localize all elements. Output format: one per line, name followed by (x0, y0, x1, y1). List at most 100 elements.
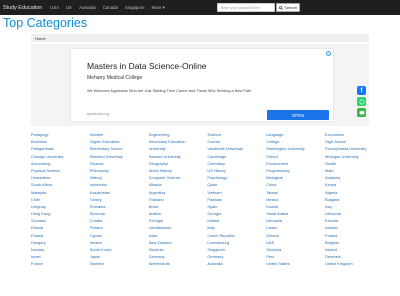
nav-link-australia[interactable]: Australia (79, 5, 96, 10)
category-link[interactable]: Finance (90, 160, 149, 167)
category-link[interactable]: Czech Republic (207, 232, 266, 239)
category-link[interactable]: Japan (90, 253, 149, 260)
category-link[interactable]: Netherlands (149, 260, 208, 267)
breadcrumb-home[interactable]: Home (35, 36, 46, 41)
ad-card[interactable]: i Masters in Data Science-Online Meharry… (71, 49, 333, 121)
category-link[interactable]: Biological (266, 174, 325, 181)
category-link[interactable]: Australia (207, 260, 266, 267)
category-link[interactable]: Estonia (325, 217, 384, 224)
category-link[interactable]: Washington University (266, 145, 325, 152)
ad-info-icon[interactable]: i (326, 51, 331, 56)
category-link[interactable]: Kenya (325, 181, 384, 188)
category-link[interactable]: Economics (325, 131, 384, 138)
category-link[interactable]: Cambridge (207, 153, 266, 160)
sms-share-button[interactable] (357, 108, 366, 117)
category-link[interactable]: Iraq (325, 203, 384, 210)
category-link[interactable]: Taiwan (266, 189, 325, 196)
category-link[interactable]: Slovenia (90, 210, 149, 217)
category-link[interactable]: Qatar (207, 181, 266, 188)
category-link[interactable]: Croatia (90, 217, 149, 224)
category-link[interactable]: Uruguay (31, 203, 90, 210)
category-link[interactable]: Nigeria (325, 189, 384, 196)
category-link[interactable]: University (149, 145, 208, 152)
category-link[interactable]: Albania (149, 181, 208, 188)
category-link[interactable]: US History (207, 167, 266, 174)
whatsapp-share-button[interactable] (357, 97, 366, 106)
category-link[interactable]: Bulgaria (325, 196, 384, 203)
category-link[interactable]: History (90, 174, 149, 181)
category-link[interactable]: College (266, 138, 325, 145)
category-link[interactable]: Ireland (325, 246, 384, 253)
category-link[interactable]: Spain (207, 203, 266, 210)
ad-title[interactable]: Masters in Data Science-Online (87, 61, 207, 71)
category-link[interactable]: Number (90, 131, 149, 138)
category-link[interactable]: World History (149, 167, 208, 174)
category-link[interactable]: Hong Kong (31, 210, 90, 217)
category-link[interactable]: Norway (31, 246, 90, 253)
category-link[interactable]: Computer Science (149, 174, 208, 181)
nav-link-singapore[interactable]: Singapore (125, 5, 145, 10)
category-link[interactable]: Luxembourg (207, 239, 266, 246)
site-brand[interactable]: Study Education (3, 5, 42, 11)
category-link[interactable]: India (149, 232, 208, 239)
category-link[interactable]: Germany (207, 253, 266, 260)
category-link[interactable]: Malaysia (31, 189, 90, 196)
category-link[interactable]: New Zealand (149, 239, 208, 246)
category-link[interactable]: Psychology (207, 174, 266, 181)
category-link[interactable]: Thailand (149, 196, 208, 203)
category-link[interactable]: Latvia (266, 224, 325, 231)
category-link[interactable]: Prekgartinale (31, 145, 90, 152)
category-link[interactable]: Israel (31, 253, 90, 260)
category-link[interactable]: Romania (90, 203, 149, 210)
category-link[interactable]: Kuwait (266, 203, 325, 210)
category-link[interactable]: High School (325, 138, 384, 145)
category-link[interactable]: Pennsylvania University (325, 145, 384, 152)
category-link[interactable]: Vanderbilt University (207, 145, 266, 152)
category-link[interactable]: Saudi Arabia (266, 210, 325, 217)
category-link[interactable]: Michigan University (325, 153, 384, 160)
nav-link-uk[interactable]: UK (66, 5, 72, 10)
category-link[interactable]: Kazakhstan (90, 189, 149, 196)
category-link[interactable]: Health (325, 160, 384, 167)
category-link[interactable]: Ireland (207, 217, 266, 224)
category-link[interactable]: Georgia (207, 210, 266, 217)
category-link[interactable]: Austria (149, 210, 208, 217)
category-link[interactable]: Chicago University (31, 153, 90, 160)
category-link[interactable]: Chile (31, 196, 90, 203)
category-link[interactable]: Pakistan (207, 196, 266, 203)
category-link[interactable]: Lithuania (266, 217, 325, 224)
category-link[interactable]: Slovenia (149, 246, 208, 253)
category-link[interactable]: Course (207, 138, 266, 145)
category-link[interactable]: Poland (325, 232, 384, 239)
ad-open-button[interactable]: OPEN (267, 110, 329, 120)
nav-link-usa[interactable]: USA (50, 5, 59, 10)
category-link[interactable]: Humanities (31, 174, 90, 181)
category-link[interactable]: Iceland (325, 224, 384, 231)
category-link[interactable]: Indonesia (90, 181, 149, 188)
category-link[interactable]: Anatomy (325, 174, 384, 181)
search-button[interactable]: Search (276, 3, 300, 12)
search-input[interactable]: Enter your keyword here (217, 3, 275, 12)
category-link[interactable]: Science (207, 131, 266, 138)
category-link[interactable]: Denmark (325, 253, 384, 260)
category-link[interactable]: Italy (207, 224, 266, 231)
category-link[interactable]: Geography (149, 160, 208, 167)
category-link[interactable]: Higher Education (90, 138, 149, 145)
category-link[interactable]: South Korea (90, 246, 149, 253)
category-link[interactable]: Germany (149, 253, 208, 260)
nav-more-dropdown[interactable]: More ▾ (151, 5, 164, 11)
category-link[interactable]: South Africa (31, 181, 90, 188)
category-link[interactable]: Portugal (149, 217, 208, 224)
nav-link-canada[interactable]: Canada (103, 5, 118, 10)
facebook-share-button[interactable]: f (357, 86, 366, 95)
category-link[interactable]: Singapore (207, 246, 266, 253)
category-link[interactable]: Sweden (90, 260, 149, 267)
category-link[interactable]: Harvard University (149, 153, 208, 160)
category-link[interactable]: Math (325, 167, 384, 174)
category-link[interactable]: Secondary Education (149, 138, 208, 145)
category-link[interactable]: Engineering (149, 131, 208, 138)
category-link[interactable]: Russia (31, 224, 90, 231)
category-link[interactable]: Poland (31, 232, 90, 239)
category-link[interactable]: Cyprus (90, 232, 149, 239)
category-link[interactable]: Mexico (266, 196, 325, 203)
